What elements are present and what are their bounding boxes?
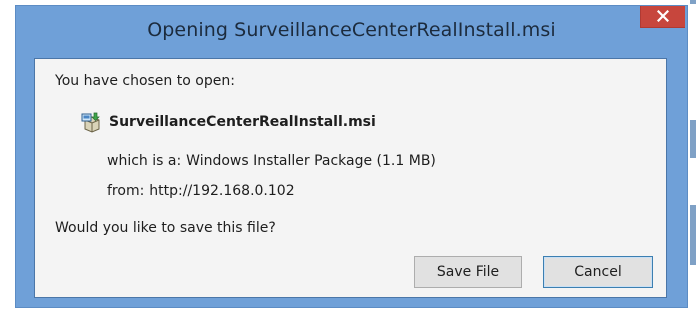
background-edge-segment — [690, 205, 696, 265]
close-button[interactable] — [640, 6, 685, 28]
open-file-dialog: Opening SurveillanceCenterRealInstall.ms… — [15, 5, 688, 308]
save-question: Would you like to save this file? — [55, 220, 276, 236]
close-icon — [657, 10, 669, 22]
dialog-title: Opening SurveillanceCenterRealInstall.ms… — [147, 19, 556, 41]
cancel-button[interactable]: Cancel — [543, 256, 653, 288]
background-edge-segment — [690, 0, 696, 4]
file-type-label: which is a: — [107, 153, 182, 169]
file-type-row: which is a: Windows Installer Package (1.… — [107, 153, 436, 169]
background-edge-segment — [690, 120, 696, 158]
file-name: SurveillanceCenterRealInstall.msi — [109, 114, 376, 130]
source-url: http://192.168.0.102 — [149, 183, 295, 199]
dialog-content: You have chosen to open: SurveillanceCen… — [34, 58, 667, 298]
intro-label: You have chosen to open: — [55, 73, 235, 89]
background-window-edge — [689, 0, 698, 319]
desktop-background: Opening SurveillanceCenterRealInstall.ms… — [0, 0, 698, 319]
source-row: from: http://192.168.0.102 — [107, 183, 295, 199]
source-label: from: — [107, 183, 145, 199]
installer-package-icon — [81, 112, 100, 133]
save-file-button[interactable]: Save File — [414, 256, 522, 288]
file-type-value: Windows Installer Package (1.1 MB) — [186, 153, 436, 169]
title-bar[interactable]: Opening SurveillanceCenterRealInstall.ms… — [16, 6, 687, 51]
